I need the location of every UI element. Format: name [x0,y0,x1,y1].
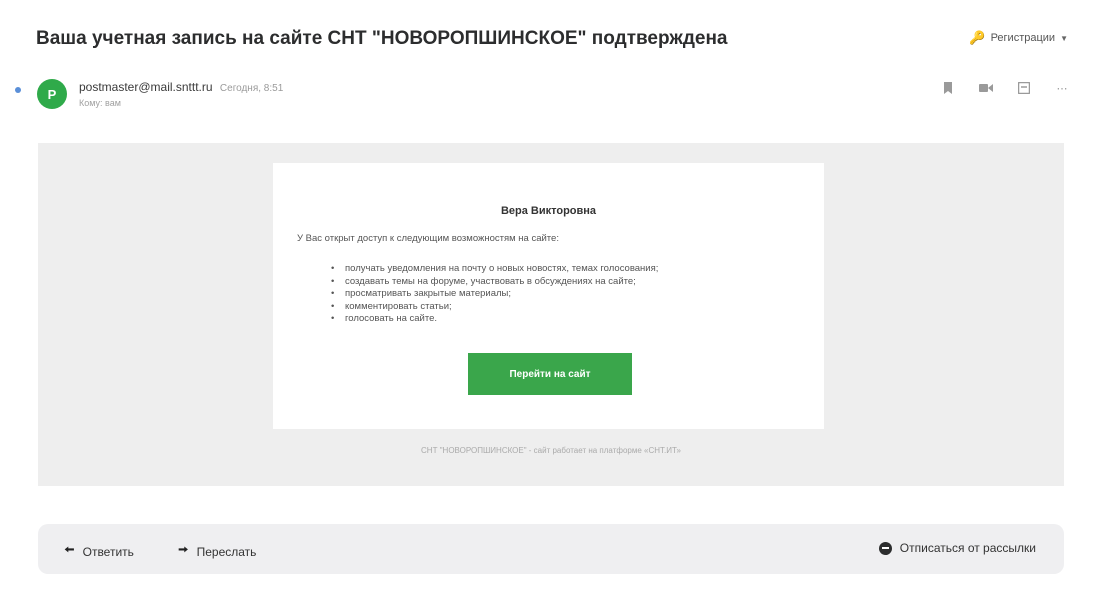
folder-label-button[interactable]: 🔑 Регистрации ▼ [969,30,1068,46]
reply-label: Ответить [82,545,134,559]
unsubscribe-label: Отписаться от рассылки [899,541,1036,555]
forward-label: Переслать [196,545,257,559]
message-subject: Ваша учетная запись на сайте СНТ "НОВОРО… [36,28,728,49]
folder-label: Регистрации [990,32,1056,44]
features-list: получать уведомления на почту о новых но… [331,263,791,326]
bookmark-icon[interactable] [940,80,956,96]
minus-circle-icon [878,541,892,555]
reply-button[interactable]: 🠨 Ответить [64,541,134,563]
chevron-down-icon: ▼ [1060,33,1068,43]
sender-line: postmaster@mail.snttt.ru Сегодня, 8:51 [79,80,283,94]
unsubscribe-button[interactable]: Отписаться от рассылки [878,541,1036,555]
greeting: Вера Викторовна [500,205,597,217]
list-item: получать уведомления на почту о новых но… [331,263,791,276]
list-item: просматривать закрытые материалы; [331,288,791,301]
recipient-line: Кому: вам [79,98,121,108]
key-icon: 🔑 [969,30,986,45]
forward-arrow-icon: 🠪 [178,542,189,557]
reply-bar: 🠨 Ответить 🠪 Переслать Отписаться от рас… [38,524,1064,574]
video-icon[interactable] [978,80,994,96]
email-body: Вера Викторовна У Вас открыт доступ к сл… [38,143,1064,486]
list-item: голосовать на сайте. [331,313,791,326]
forward-button[interactable]: 🠪 Переслать [178,541,256,563]
more-icon[interactable]: ⋯ [1054,80,1070,96]
footer-note: СНТ "НОВОРОПШИНСКОЕ" - сайт работает на … [421,446,681,455]
intro-text: У Вас открыт доступ к следующим возможно… [297,233,559,244]
avatar[interactable]: P [37,79,67,109]
list-item: создавать темы на форуме, участвовать в … [331,276,791,289]
sender-email[interactable]: postmaster@mail.snttt.ru [79,80,213,94]
archive-icon[interactable] [1016,80,1032,96]
message-date: Сегодня, 8:51 [219,83,284,94]
email-card: Вера Викторовна У Вас открыт доступ к сл… [273,163,824,429]
reply-arrow-icon: 🠨 [64,542,75,557]
message-actions: ⋯ [940,80,1070,96]
unread-dot-icon[interactable] [15,87,21,93]
list-item: комментировать статьи; [331,301,791,314]
go-to-site-button[interactable]: Перейти на сайт [468,353,632,395]
